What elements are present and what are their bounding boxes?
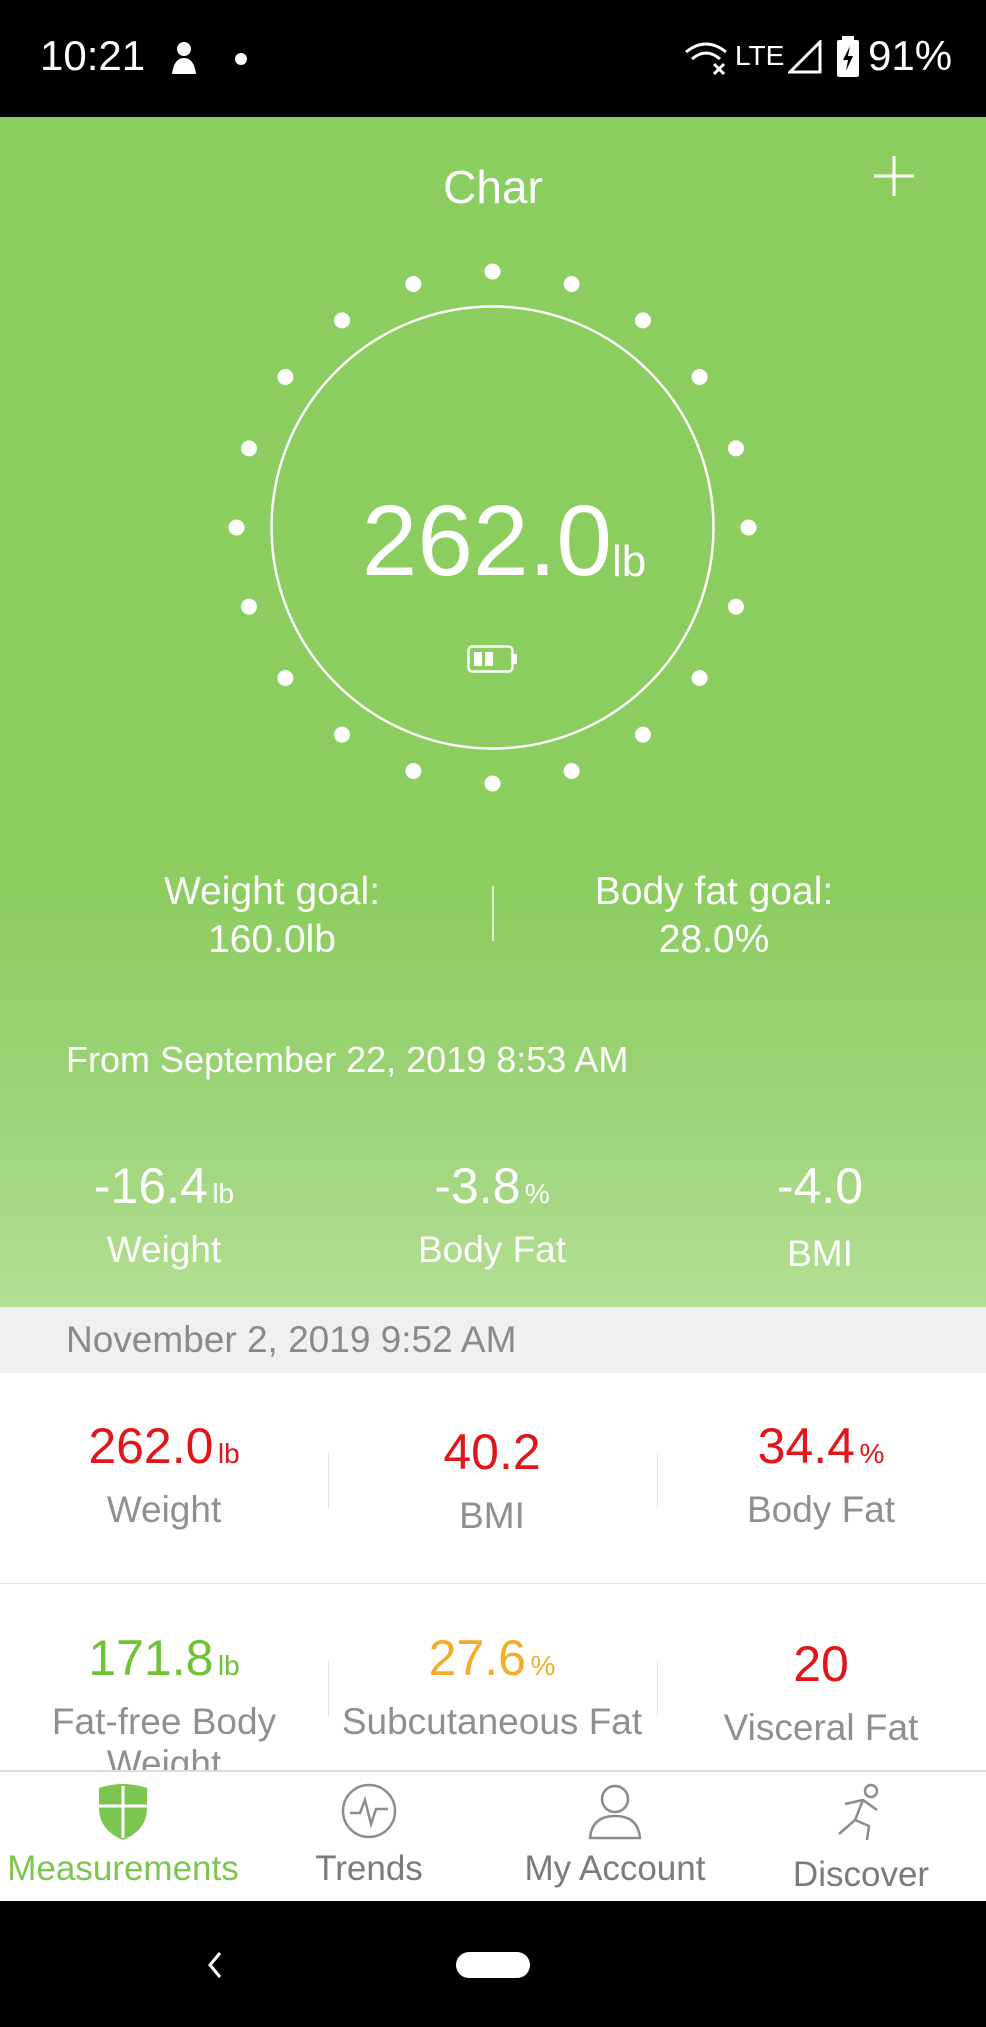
nav-trends[interactable]: Trends: [246, 1772, 492, 1903]
plus-icon[interactable]: [868, 150, 920, 202]
metric-weight[interactable]: 262.0 lb Weight: [0, 1417, 328, 1531]
since-date: From September 22, 2019 8:53 AM: [66, 1039, 629, 1080]
bmi-change: -4.0 BMI: [660, 1157, 980, 1275]
metrics-grid: 262.0 lb Weight 40.2 BMI 34.4 % Body Fat…: [0, 1373, 986, 1770]
battery-percent: 91%: [868, 32, 953, 79]
row-divider: [0, 1583, 986, 1584]
metric-subcutaneous-fat[interactable]: 27.6 % Subcutaneous Fat: [328, 1629, 656, 1743]
status-time: 10:21: [40, 32, 146, 79]
dial-dot: [634, 726, 651, 743]
dial-dot: [691, 669, 708, 686]
metric-unit: %: [859, 1438, 885, 1469]
body-fat-change: -3.8 % Body Fat: [332, 1157, 652, 1271]
bottom-nav: Measurements Trends My Account Discover: [0, 1770, 986, 1903]
running-person-icon: [838, 1783, 879, 1841]
back-icon[interactable]: [200, 1949, 232, 1981]
dial-dot: [563, 276, 580, 293]
nav-measurements[interactable]: Measurements: [0, 1772, 246, 1903]
metric-label: Weight: [106, 1489, 222, 1530]
metric-fat-free-weight[interactable]: 171.8 lb Fat-free Body Weight: [0, 1629, 328, 1770]
system-nav-bar: [0, 1901, 986, 2027]
nav-discover[interactable]: Discover: [738, 1772, 984, 1903]
dial-dot: [563, 762, 580, 779]
battery-icon: [467, 645, 517, 673]
metric-label: BMI: [459, 1495, 525, 1536]
body-fat-goal[interactable]: Body fat goal: 28.0%: [514, 868, 914, 964]
weight-goal[interactable]: Weight goal: 160.0lb: [72, 868, 472, 964]
dial-dot: [691, 369, 708, 386]
home-pill[interactable]: [456, 1952, 530, 1978]
body-fat-goal-value: 28.0%: [658, 918, 770, 961]
battery-charging-icon: [837, 36, 859, 77]
dial-dot: [405, 762, 422, 779]
dial-dot: [484, 263, 501, 280]
metric-body-fat[interactable]: 34.4 % Body Fat: [657, 1417, 985, 1531]
dial-dot: [634, 312, 651, 329]
metric-value: 171.8: [88, 1630, 214, 1686]
body-fat-goal-label: Body fat goal:: [594, 870, 834, 913]
metric-unit: lb: [217, 1650, 240, 1681]
current-weight-unit: lb: [612, 537, 647, 586]
notification-icon: [172, 42, 196, 74]
weight-change-unit: lb: [212, 1178, 235, 1209]
bmi-change-value: -4.0: [776, 1158, 864, 1214]
metric-value: 34.4: [757, 1418, 855, 1474]
bmi-change-label: BMI: [787, 1233, 853, 1274]
dial-dot: [727, 440, 744, 457]
weight-goal-value: 160.0lb: [208, 918, 336, 961]
record-date-bar: November 2, 2019 9:52 AM: [0, 1307, 986, 1373]
metric-value: 40.2: [443, 1424, 541, 1480]
metric-visceral-fat[interactable]: 20 Visceral Fat: [657, 1635, 985, 1749]
metric-unit: lb: [217, 1438, 240, 1469]
weight-change-label: Weight: [106, 1229, 222, 1270]
dial-dot: [334, 726, 351, 743]
nav-label: Trends: [315, 1849, 423, 1888]
dial-dot: [727, 598, 744, 615]
wifi-off-icon: [685, 42, 727, 76]
dial-dot: [277, 669, 294, 686]
record-date: November 2, 2019 9:52 AM: [66, 1319, 517, 1360]
metric-bmi[interactable]: 40.2 BMI: [328, 1423, 656, 1537]
body-fat-change-value: -3.8: [434, 1158, 521, 1214]
status-bar: 10:21 LTE 91%: [0, 0, 986, 117]
body-fat-change-label: Body Fat: [417, 1229, 567, 1270]
metric-unit: %: [530, 1650, 556, 1681]
goal-divider: [492, 886, 494, 941]
metric-label: Visceral Fat: [723, 1707, 919, 1748]
shield-icon: [99, 1784, 147, 1840]
dot-icon: [235, 53, 247, 65]
metric-label: Subcutaneous Fat: [341, 1701, 643, 1742]
network-type: LTE: [735, 40, 785, 71]
metric-label: Body Fat: [746, 1489, 896, 1530]
dial-dot: [484, 775, 501, 792]
dial-dot: [277, 369, 294, 386]
body-fat-change-unit: %: [524, 1178, 550, 1209]
weight-change: -16.4 lb Weight: [4, 1157, 324, 1271]
profile-name[interactable]: Char: [0, 160, 986, 214]
nav-label: Measurements: [7, 1849, 239, 1888]
dial-dot: [241, 440, 258, 457]
dial-dot: [228, 519, 245, 536]
current-weight-value: 262.0: [361, 485, 612, 597]
nav-label: My Account: [524, 1849, 706, 1888]
dial-dot: [241, 598, 258, 615]
metric-value: 27.6: [428, 1630, 526, 1686]
metric-value: 20: [793, 1636, 849, 1692]
metric-value: 262.0: [88, 1418, 214, 1474]
weight-goal-label: Weight goal:: [163, 870, 381, 913]
person-icon: [588, 1784, 642, 1840]
pulse-icon: [341, 1783, 397, 1839]
dial-dot: [334, 312, 351, 329]
signal-icon: [788, 40, 822, 74]
dial-dot: [405, 276, 422, 293]
metric-label: Fat-free Body Weight: [51, 1701, 277, 1770]
dial-dot: [740, 519, 757, 536]
weight-change-value: -16.4: [93, 1158, 208, 1214]
nav-label: Discover: [792, 1855, 930, 1894]
nav-my-account[interactable]: My Account: [492, 1772, 738, 1903]
